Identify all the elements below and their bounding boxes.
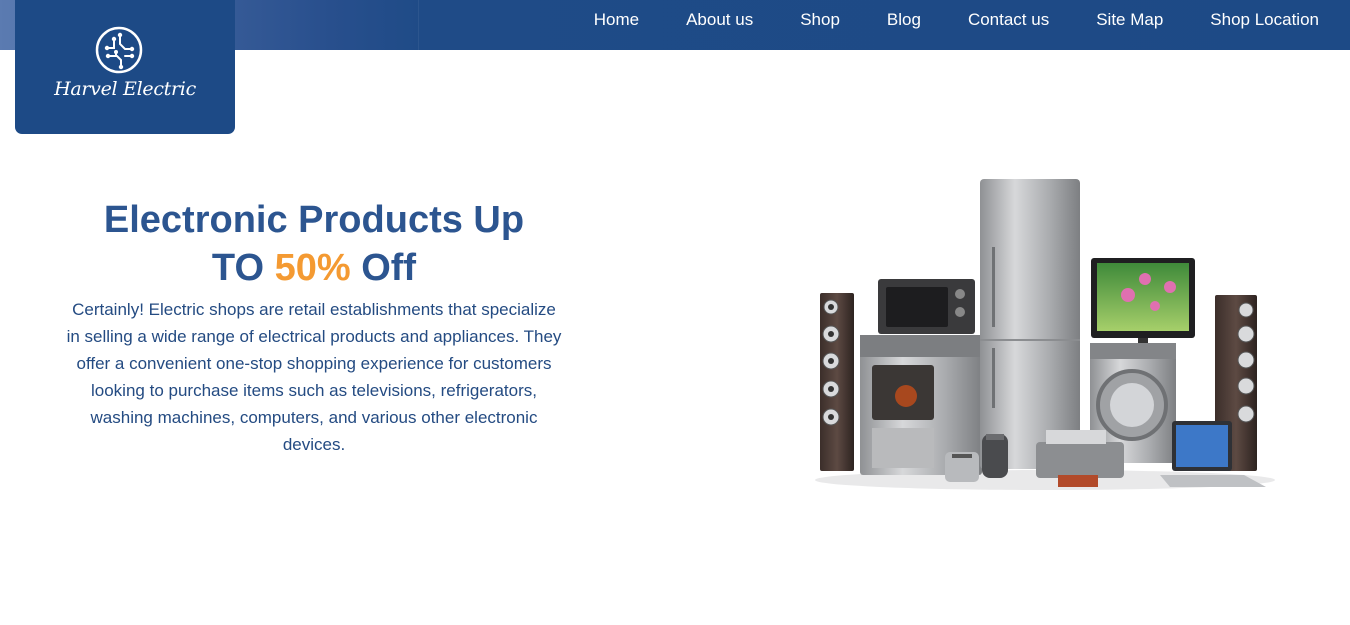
nav-item-site-map[interactable]: Site Map (1096, 10, 1163, 30)
hero-title-prefix: TO (211, 247, 265, 289)
main-nav: Home About us Shop Blog Contact us Site … (594, 0, 1319, 40)
kettle (982, 434, 1008, 478)
site-logo[interactable]: Harvel Electric (15, 0, 235, 134)
hero-title-suffix: Off (361, 247, 417, 289)
hero-section: Electronic Products Up TO 50% Off Certai… (60, 196, 568, 458)
nav-item-shop-location[interactable]: Shop Location (1210, 10, 1319, 30)
appliances-hero-image (815, 179, 1275, 490)
hero-title-line1: Electronic Products Up (103, 199, 525, 241)
left-speaker (820, 293, 854, 471)
nav-item-home[interactable]: Home (594, 10, 639, 30)
hero-description: Certainly! Electric shops are retail est… (66, 300, 562, 454)
hero-title: Electronic Products Up TO 50% Off (60, 196, 568, 292)
brand-name: Harvel Electric (54, 78, 196, 100)
refrigerator (980, 179, 1080, 469)
toaster (945, 452, 979, 482)
nav-item-contact-us[interactable]: Contact us (968, 10, 1049, 30)
nav-item-blog[interactable]: Blog (887, 10, 921, 30)
circuit-circle-icon (95, 26, 143, 74)
nav-divider (418, 0, 419, 50)
hero-title-highlight: 50% (274, 247, 351, 289)
nav-item-about-us[interactable]: About us (686, 10, 753, 30)
television (1091, 258, 1195, 344)
nav-item-shop[interactable]: Shop (800, 10, 840, 30)
microwave (878, 279, 975, 334)
